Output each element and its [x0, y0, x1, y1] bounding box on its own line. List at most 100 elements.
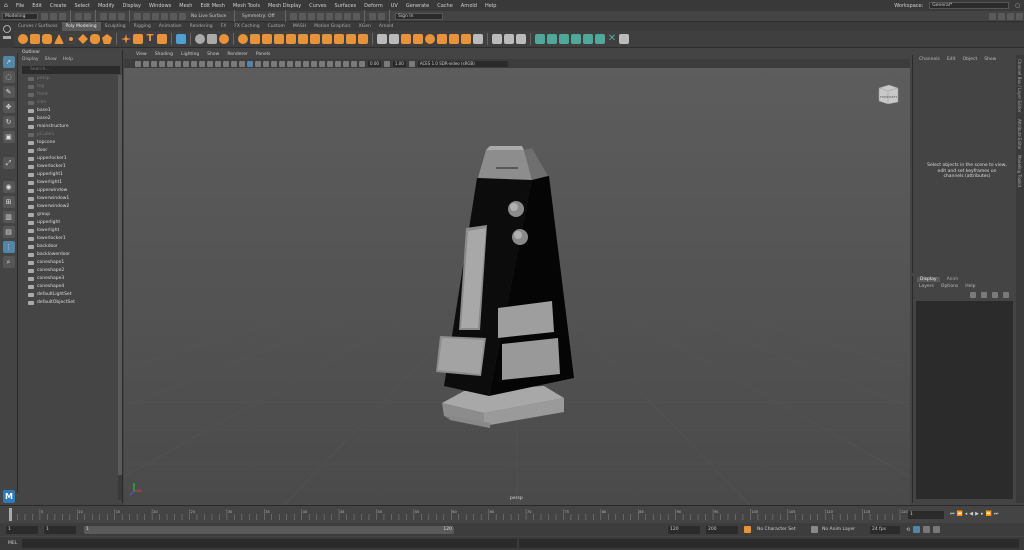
gamma-field[interactable]: 1.00 [392, 60, 406, 67]
uv-sew-icon[interactable]: ✕ [607, 34, 617, 44]
ambient-occlusion-icon[interactable] [295, 60, 301, 67]
toggle-modeling-toolkit-icon[interactable] [989, 12, 996, 20]
open-scene-icon[interactable] [50, 12, 57, 20]
menu-select[interactable]: Select [71, 3, 94, 9]
playback-start-field[interactable]: 1 [44, 525, 76, 534]
render-icon[interactable] [299, 12, 306, 20]
outliner-item[interactable]: base1 [20, 107, 122, 115]
wedge-icon[interactable] [461, 34, 471, 44]
viewcube[interactable]: FRONT LEFT [877, 84, 899, 105]
separate-icon[interactable] [250, 34, 260, 44]
layer-menu-layers[interactable]: Layers [919, 284, 934, 289]
layer-menu-options[interactable]: Options [941, 284, 958, 289]
mel-label[interactable]: MEL [8, 541, 20, 546]
snap-view-icon[interactable] [179, 12, 186, 20]
autokey-icon[interactable] [913, 526, 921, 533]
append-icon[interactable] [358, 34, 368, 44]
save-scene-icon[interactable] [59, 12, 66, 20]
move-tool-icon[interactable]: ✥ [2, 101, 15, 113]
persp-graph-layout-icon[interactable]: ▤ [2, 226, 15, 238]
smooth-shade-icon[interactable] [247, 60, 253, 67]
extrude-icon[interactable] [377, 34, 387, 44]
arnold-ipr-icon[interactable] [378, 12, 385, 20]
render-settings-icon[interactable] [317, 12, 324, 20]
outliner-item[interactable]: base2 [20, 115, 122, 123]
layer-tab-display[interactable]: Display [917, 277, 940, 282]
bridge-icon[interactable] [346, 34, 356, 44]
move-layer-down-icon[interactable] [981, 292, 987, 298]
safe-title-icon[interactable] [231, 60, 237, 67]
toggle-attribute-editor-icon[interactable] [998, 12, 1005, 20]
go-to-start-icon[interactable]: ⏮ [950, 511, 955, 517]
shelf-tab-animation[interactable]: Animation [155, 22, 186, 31]
outliner-item[interactable]: coneshape3 [20, 275, 122, 283]
poly-pipe-icon[interactable] [133, 34, 143, 44]
move-layer-up-icon[interactable] [970, 292, 976, 298]
channel-menu-object[interactable]: Object [963, 57, 978, 62]
target-weld-icon[interactable] [425, 34, 435, 44]
shadows-icon[interactable] [287, 60, 293, 67]
toggle-channel-box-icon[interactable] [1016, 12, 1023, 20]
gamma-icon[interactable] [383, 60, 390, 67]
viewport-menu-view[interactable]: View [132, 52, 151, 57]
menu-file[interactable]: File [12, 3, 28, 9]
step-back-frame-icon[interactable]: ◂ [965, 511, 968, 517]
smooth-mesh-icon[interactable] [298, 34, 308, 44]
snap-plane-icon[interactable] [161, 12, 168, 20]
type-text-icon[interactable]: T [145, 34, 155, 44]
wireframe-icon[interactable] [239, 60, 245, 67]
menu-mesh-tools[interactable]: Mesh Tools [229, 3, 264, 9]
workspace-dropdown[interactable]: General* [929, 2, 1010, 9]
outliner-item[interactable]: mainstructure [20, 123, 122, 131]
colorspace-dropdown[interactable]: ACES 1.0 SDR-video (sRGB) [417, 60, 508, 67]
rotate-tool-icon[interactable]: ↻ [2, 116, 15, 128]
platonic-solid-icon[interactable] [102, 34, 112, 44]
menu-help[interactable]: Help [481, 3, 500, 9]
resolution-gate-icon[interactable] [199, 60, 205, 67]
safe-action-icon[interactable] [223, 60, 229, 67]
single-perspective-layout-icon[interactable]: ◉ [2, 181, 15, 193]
smooth-icon[interactable] [219, 34, 229, 44]
outliner-item[interactable]: lowerlight1 [20, 179, 122, 187]
step-back-key-icon[interactable]: ⏪ [957, 511, 963, 517]
uv-auto-icon[interactable] [571, 34, 581, 44]
menu-display[interactable]: Display [119, 3, 145, 9]
anim-layer-dropdown[interactable]: No Anim Layer [820, 525, 864, 534]
outliner-item[interactable]: upperwindow [20, 187, 122, 195]
use-all-lights-icon[interactable] [279, 60, 285, 67]
poly-sphere-icon[interactable] [18, 34, 28, 44]
outliner-item[interactable]: top [20, 83, 122, 91]
wireframe-on-shaded-icon[interactable] [263, 60, 269, 67]
snap-surface-icon[interactable] [170, 12, 177, 20]
shelf-menu-icon[interactable] [3, 36, 11, 42]
outliner-item[interactable]: defaultLightSet [20, 291, 122, 299]
camera-attributes-icon[interactable] [143, 60, 149, 67]
outliner-item[interactable]: upperlight [20, 219, 122, 227]
live-surface-field[interactable]: No Live Surface [189, 12, 229, 20]
outliner-item[interactable]: group [20, 211, 122, 219]
poly-cube-icon[interactable] [30, 34, 40, 44]
shelf-tab-xgen[interactable]: XGen [355, 22, 375, 31]
shelf-tab-sculpting[interactable]: Sculpting [101, 22, 130, 31]
sound-icon[interactable] [923, 526, 931, 533]
fill-hole-icon[interactable] [334, 34, 344, 44]
outliner-item[interactable]: defaultObjectSet [20, 299, 122, 307]
select-object-icon[interactable] [109, 12, 116, 20]
menu-create[interactable]: Create [46, 3, 71, 9]
gear-icon[interactable] [3, 25, 11, 33]
outliner-item[interactable]: lowerwindow1 [20, 195, 122, 203]
menu-modify[interactable]: Modify [94, 3, 119, 9]
svg-icon[interactable] [157, 34, 167, 44]
uv-cut-icon[interactable] [619, 34, 629, 44]
select-camera-icon[interactable] [135, 60, 141, 67]
pivot-icon[interactable] [492, 34, 502, 44]
uv-cylindrical-icon[interactable] [547, 34, 557, 44]
xray-icon[interactable] [335, 60, 341, 67]
exposure-icon[interactable] [359, 60, 365, 67]
shelf-tab-fx-caching[interactable]: FX Caching [230, 22, 263, 31]
paint-select-tool-icon[interactable]: ✎ [2, 86, 15, 98]
persp-outliner-layout-icon[interactable]: ▥ [2, 211, 15, 223]
arnold-render-icon[interactable] [369, 12, 376, 20]
undo-icon[interactable] [75, 12, 82, 20]
super-shape-icon[interactable] [121, 34, 131, 44]
